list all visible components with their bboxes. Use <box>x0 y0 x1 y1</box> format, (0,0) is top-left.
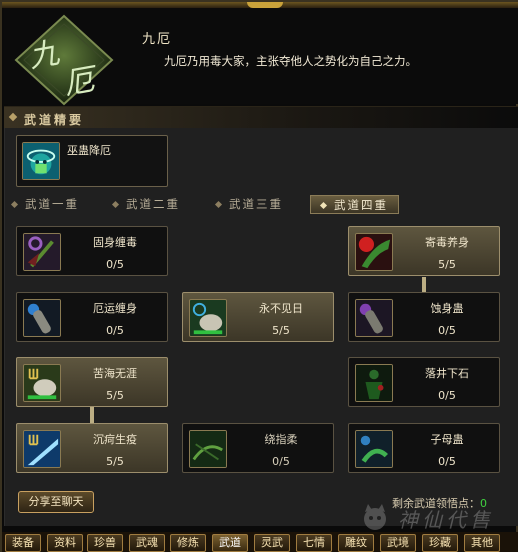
skill-level: 5/5 <box>106 389 124 402</box>
skill-name: 寄毒养身 <box>425 236 469 249</box>
diamond-bullet-icon <box>8 112 18 122</box>
skill-card[interactable]: 永不见日 5/5 <box>182 292 334 342</box>
skill-name: 沉疴生疫 <box>93 433 137 446</box>
section-title: 武道精要 <box>24 113 85 127</box>
skill-level: 0/5 <box>438 455 456 468</box>
skill-card[interactable]: 沉疴生疫 5/5 <box>16 423 168 473</box>
skill-name: 厄运缠身 <box>93 302 137 315</box>
skill-level: 5/5 <box>272 324 290 337</box>
skill-name: 子母蛊 <box>430 433 464 446</box>
skill-card[interactable]: 蚀身蛊 0/5 <box>348 292 500 342</box>
tab-martial-realm[interactable]: 武境 <box>380 534 416 552</box>
diamond-bullet-icon <box>214 200 223 209</box>
tab-tier-4[interactable]: 武道四重 <box>310 195 399 214</box>
essence-skill-card[interactable]: 巫蛊降厄 <box>16 135 168 187</box>
watermark-text: 神仙代售 <box>398 508 494 532</box>
purple-staff-icon <box>23 233 61 271</box>
green-whip-icon <box>189 430 227 468</box>
skill-card[interactable]: 落井下石 0/5 <box>348 357 500 407</box>
tab-tier-3[interactable]: 武道三重 <box>214 195 283 214</box>
skill-window: 九 厄 九厄 九厄乃用毒大家，主张夺他人之势化为自己之力。 武道精要 巫蛊降厄 … <box>0 0 518 552</box>
tab-equipment[interactable]: 装备 <box>5 534 41 552</box>
trident-gourd-icon <box>23 364 61 402</box>
blue-orb-icon <box>23 299 61 337</box>
school-title: 九厄 <box>142 32 173 47</box>
skill-card[interactable]: 子母蛊 0/5 <box>348 423 500 473</box>
gourd-icon <box>189 299 227 337</box>
bottom-tab-bar: 装备 资料 珍兽 武魂 修炼 武道 灵武 七情 雕纹 武境 珍藏 其他 <box>2 532 518 552</box>
blue-worm-icon <box>355 430 393 468</box>
skill-level: 0/5 <box>106 258 124 271</box>
skill-connector <box>90 407 94 423</box>
trident-slash-icon <box>23 430 61 468</box>
skill-card[interactable]: 苦海无涯 5/5 <box>16 357 168 407</box>
tab-cultivation[interactable]: 修炼 <box>170 534 206 552</box>
tab-tier-1[interactable]: 武道一重 <box>10 195 79 214</box>
skill-card[interactable]: 固身缠毒 0/5 <box>16 226 168 276</box>
tab-spirit[interactable]: 武魂 <box>129 534 165 552</box>
watermark: 神仙代售 <box>360 500 514 532</box>
red-poison-icon <box>355 233 393 271</box>
section-header: 武道精要 <box>4 106 518 128</box>
skill-level: 5/5 <box>438 258 456 271</box>
school-header: 九 厄 九厄 九厄乃用毒大家，主张夺他人之势化为自己之力。 <box>4 8 518 106</box>
tab-spirit-weapon[interactable]: 灵武 <box>254 534 290 552</box>
diamond-bullet-icon <box>111 200 120 209</box>
skill-name: 固身缠毒 <box>93 236 137 249</box>
school-description: 九厄乃用毒大家，主张夺他人之势化为自己之力。 <box>164 54 417 68</box>
tab-profile[interactable]: 资料 <box>47 534 83 552</box>
poison-skull-icon <box>22 142 60 180</box>
skill-name: 苦海无涯 <box>93 367 137 380</box>
purple-gourd-icon <box>355 299 393 337</box>
skill-level: 0/5 <box>106 324 124 337</box>
diamond-bullet-icon <box>10 200 19 209</box>
skill-name: 落井下石 <box>425 367 469 380</box>
skill-card[interactable]: 厄运缠身 0/5 <box>16 292 168 342</box>
green-figure-icon <box>355 364 393 402</box>
tier-tabs: 武道一重 武道二重 武道三重 武道四重 <box>8 195 512 214</box>
skill-card[interactable]: 寄毒养身 5/5 <box>348 226 500 276</box>
tab-engraving[interactable]: 雕纹 <box>338 534 374 552</box>
essence-skill-name: 巫蛊降厄 <box>67 144 111 157</box>
skill-name: 蚀身蛊 <box>430 302 464 315</box>
tab-emotions[interactable]: 七情 <box>296 534 332 552</box>
share-to-chat-button[interactable]: 分享至聊天 <box>18 491 94 513</box>
diamond-bullet-icon <box>319 201 328 210</box>
tab-pets[interactable]: 珍兽 <box>87 534 123 552</box>
skill-level: 0/5 <box>438 389 456 402</box>
skill-connector <box>422 277 426 292</box>
skill-name: 永不见日 <box>259 302 303 315</box>
skill-level: 0/5 <box>272 455 290 468</box>
tab-collection[interactable]: 珍藏 <box>422 534 458 552</box>
tab-tier-2[interactable]: 武道二重 <box>111 195 180 214</box>
tab-martial-way[interactable]: 武道 <box>212 534 248 552</box>
cat-watermark-icon <box>364 504 386 530</box>
school-emblem-icon: 九 厄 <box>8 12 120 106</box>
skill-level: 5/5 <box>106 455 124 468</box>
skill-name: 绕指柔 <box>264 433 298 446</box>
skill-level: 0/5 <box>438 324 456 337</box>
skill-card[interactable]: 绕指柔 0/5 <box>182 423 334 473</box>
tab-other[interactable]: 其他 <box>464 534 500 552</box>
